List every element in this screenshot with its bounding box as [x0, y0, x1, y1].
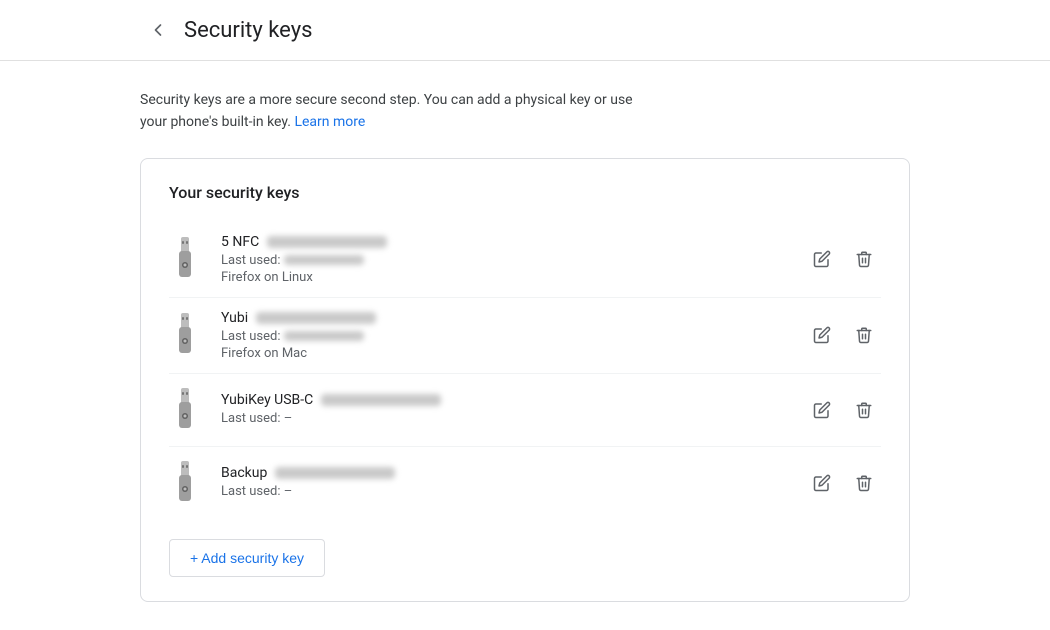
page-title: Security keys: [184, 18, 312, 43]
key-last-used: Last used:: [221, 329, 789, 344]
key-browser: Firefox on Mac: [221, 346, 789, 361]
key-info: Yubi Last used: Firefox on Mac: [221, 310, 789, 361]
key-last-used: Last used:: [221, 253, 789, 268]
key-name-row: 5 NFC: [221, 234, 789, 250]
key-name-blur: [256, 312, 376, 324]
add-security-key-button[interactable]: + Add security key: [169, 539, 325, 577]
back-button[interactable]: [140, 12, 176, 48]
key-actions: [805, 393, 881, 427]
key-last-used-value: –: [284, 484, 293, 499]
key-icon: [169, 459, 201, 507]
key-item: 5 NFC Last used: Firefox on Linux: [169, 222, 881, 298]
key-info: YubiKey USB-C Last used: –: [221, 392, 789, 428]
key-actions: [805, 242, 881, 276]
key-name: 5 NFC: [221, 234, 259, 250]
key-last-used-blurred: [284, 331, 364, 341]
key-list: 5 NFC Last used: Firefox on Linux Yubi Las…: [169, 222, 881, 519]
key-item: Yubi Last used: Firefox on Mac: [169, 298, 881, 374]
description-body: Security keys are a more secure second s…: [140, 92, 633, 130]
edit-key-button[interactable]: [805, 466, 839, 500]
delete-key-button[interactable]: [847, 318, 881, 352]
learn-more-link[interactable]: Learn more: [294, 114, 365, 130]
card-title: Your security keys: [169, 183, 881, 202]
key-browser: Firefox on Linux: [221, 270, 789, 285]
key-actions: [805, 318, 881, 352]
key-item: Backup Last used: –: [169, 447, 881, 519]
key-icon: [169, 386, 201, 434]
key-last-used: Last used: –: [221, 411, 789, 426]
key-item: YubiKey USB-C Last used: –: [169, 374, 881, 447]
key-icon: [169, 311, 201, 359]
key-name: YubiKey USB-C: [221, 392, 313, 408]
delete-key-button[interactable]: [847, 393, 881, 427]
key-name-row: Backup: [221, 465, 789, 481]
edit-key-button[interactable]: [805, 393, 839, 427]
edit-key-button[interactable]: [805, 318, 839, 352]
delete-key-button[interactable]: [847, 466, 881, 500]
key-name-row: Yubi: [221, 310, 789, 326]
key-icon: [169, 235, 201, 283]
security-keys-card: Your security keys 5 NFC Last used: Firef…: [140, 158, 910, 602]
key-last-used-value: –: [284, 411, 293, 426]
key-name: Yubi: [221, 310, 248, 326]
key-last-used: Last used: –: [221, 484, 789, 499]
key-name-blur: [267, 236, 387, 248]
key-name-blur: [321, 394, 441, 406]
key-name-blur: [275, 467, 395, 479]
key-name: Backup: [221, 465, 267, 481]
main-content: Security keys are a more secure second s…: [0, 61, 1050, 630]
key-name-row: YubiKey USB-C: [221, 392, 789, 408]
key-info: Backup Last used: –: [221, 465, 789, 501]
delete-key-button[interactable]: [847, 242, 881, 276]
page-header: Security keys: [0, 0, 1050, 61]
edit-key-button[interactable]: [805, 242, 839, 276]
key-info: 5 NFC Last used: Firefox on Linux: [221, 234, 789, 285]
key-actions: [805, 466, 881, 500]
key-last-used-blurred: [284, 255, 364, 265]
description-text: Security keys are a more secure second s…: [140, 89, 660, 134]
